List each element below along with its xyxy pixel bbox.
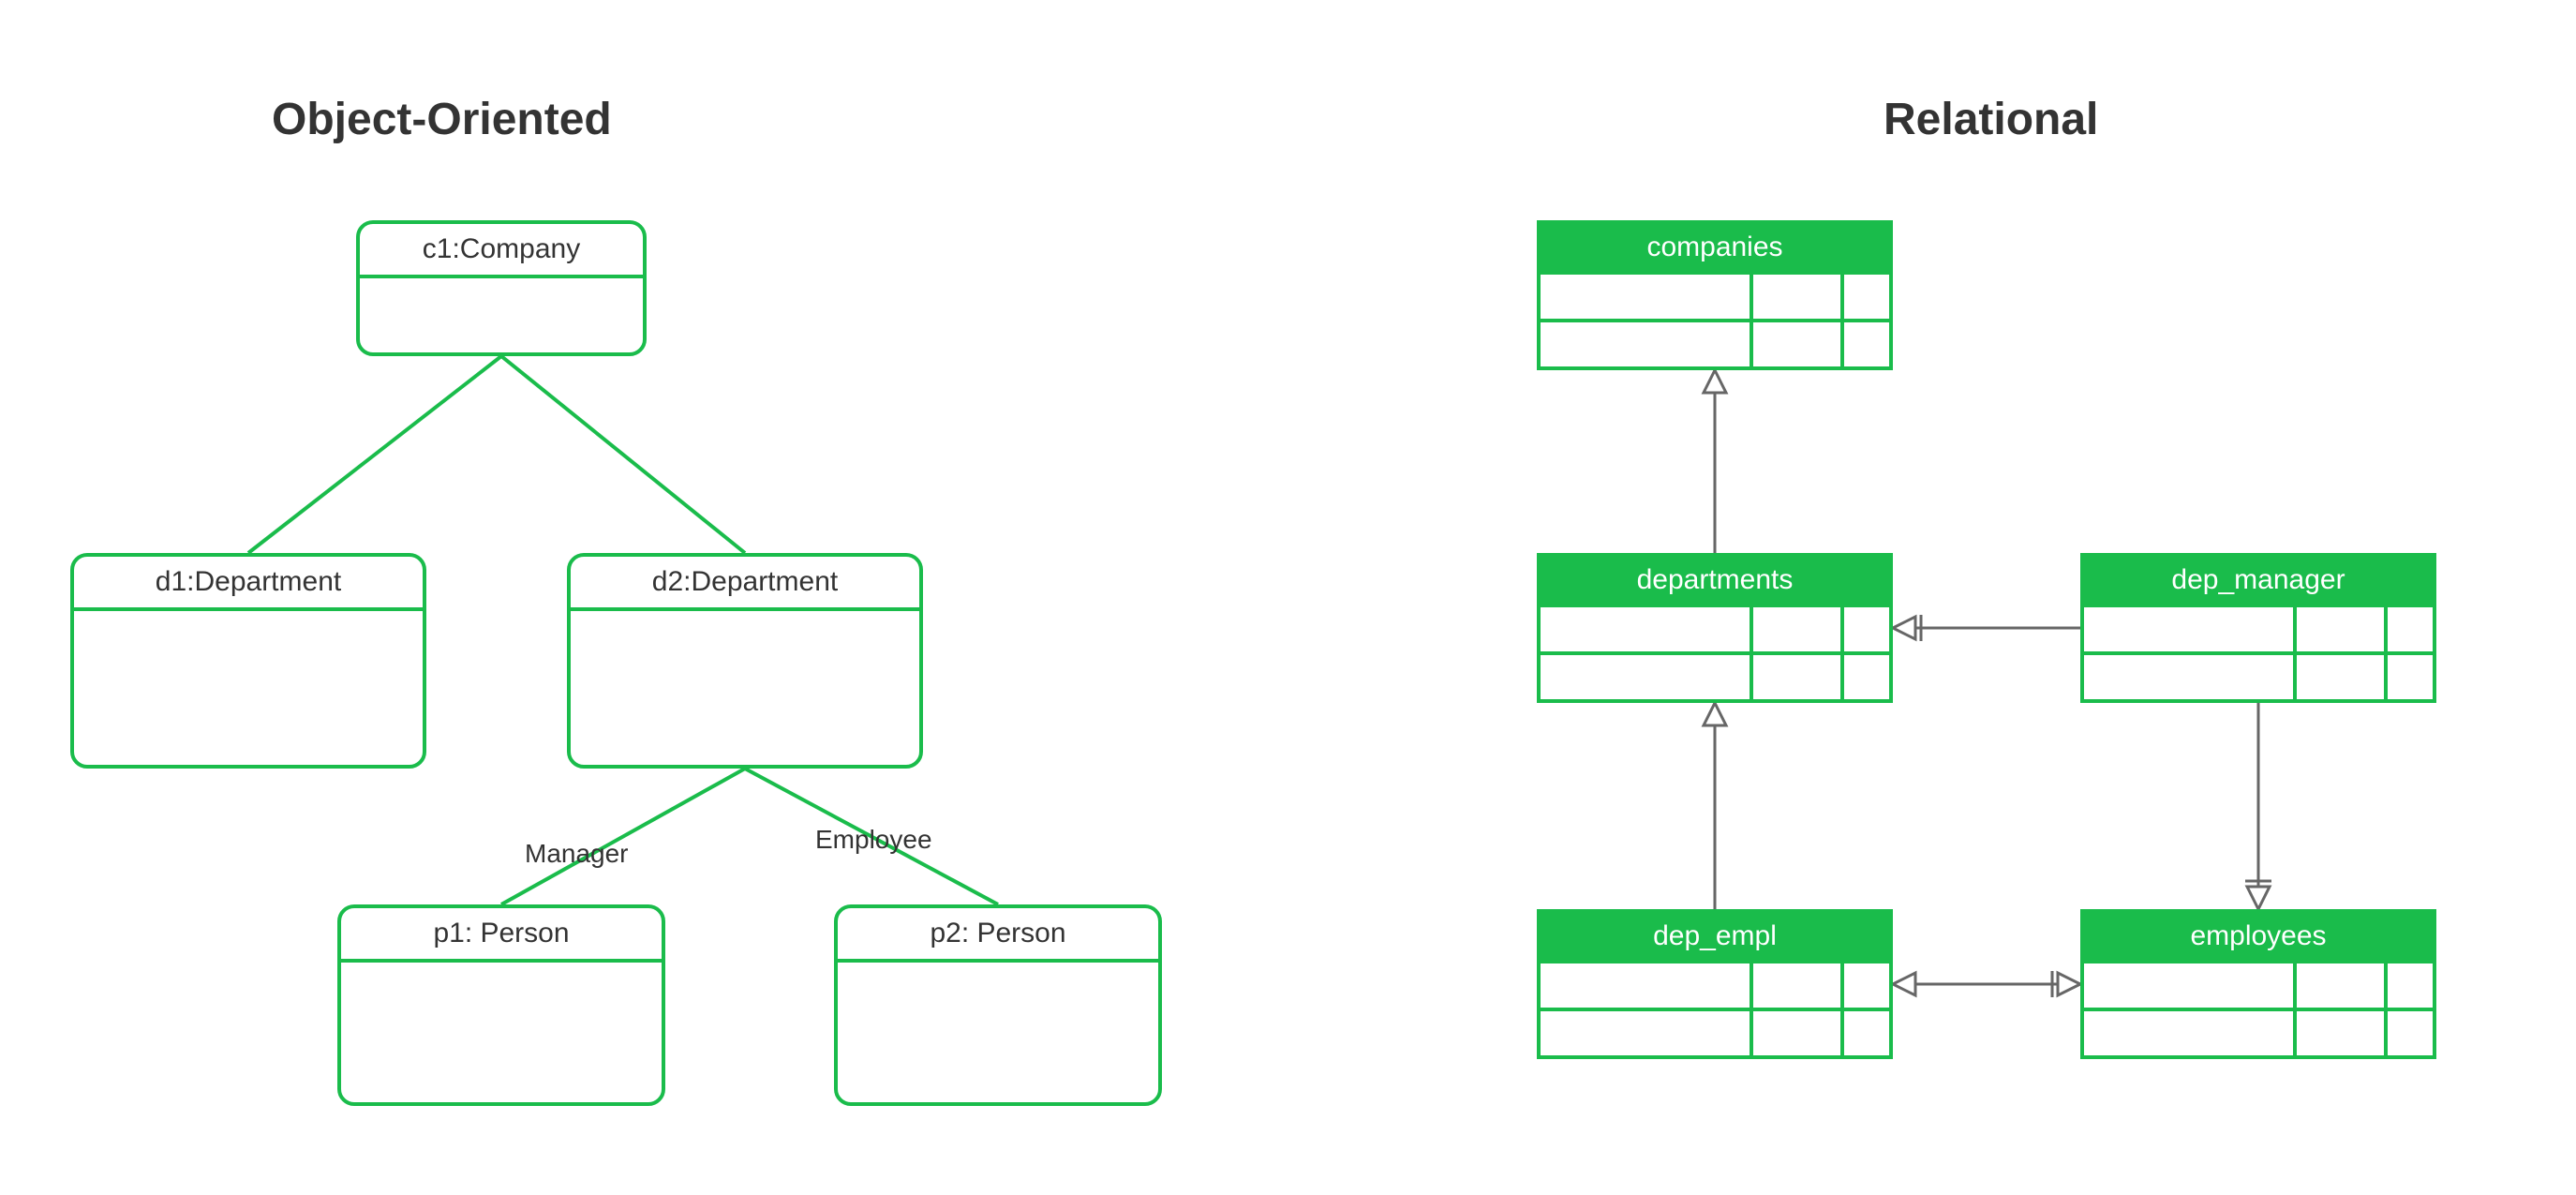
table-cell bbox=[1750, 275, 1840, 319]
table-row bbox=[2084, 607, 2433, 651]
table-cell bbox=[2384, 963, 2440, 1008]
table-cell bbox=[2293, 963, 2384, 1008]
edge-label: Manager bbox=[525, 839, 629, 869]
table-row bbox=[1541, 1008, 1889, 1055]
table-cell bbox=[1840, 1011, 1897, 1055]
oo-node-label: p1: Person bbox=[341, 908, 662, 963]
table-cell bbox=[2384, 655, 2440, 699]
table-cell bbox=[2293, 655, 2384, 699]
title-relational: Relational bbox=[1884, 94, 2098, 145]
table-row bbox=[1541, 651, 1889, 699]
oo-node-label: p2: Person bbox=[838, 908, 1158, 963]
table-cell bbox=[1541, 1011, 1750, 1055]
oo-node-label: d1:Department bbox=[74, 557, 423, 611]
table-row bbox=[2084, 1008, 2433, 1055]
oo-node-person1: p1: Person bbox=[337, 904, 665, 1106]
oo-node-dept1: d1:Department bbox=[70, 553, 426, 769]
rel-table-header: dep_empl bbox=[1541, 913, 1889, 963]
edge-label: Employee bbox=[815, 825, 932, 855]
table-cell bbox=[1541, 963, 1750, 1008]
table-cell bbox=[1541, 322, 1750, 366]
rel-table-dep_manager: dep_manager bbox=[2080, 553, 2436, 703]
table-cell bbox=[1541, 607, 1750, 651]
table-cell bbox=[1541, 655, 1750, 699]
table-cell bbox=[1840, 322, 1897, 366]
table-cell bbox=[1750, 963, 1840, 1008]
table-row bbox=[1541, 275, 1889, 319]
table-cell bbox=[1750, 607, 1840, 651]
rel-table-header: departments bbox=[1541, 557, 1889, 607]
table-row bbox=[2084, 651, 2433, 699]
rel-table-employees: employees bbox=[2080, 909, 2436, 1059]
table-cell bbox=[1750, 1011, 1840, 1055]
table-cell bbox=[2293, 607, 2384, 651]
table-cell bbox=[1750, 655, 1840, 699]
table-cell bbox=[2084, 1011, 2293, 1055]
title-object-oriented: Object-Oriented bbox=[272, 94, 612, 145]
table-row bbox=[1541, 963, 1889, 1008]
table-cell bbox=[2384, 1011, 2440, 1055]
rel-table-header: companies bbox=[1541, 224, 1889, 275]
table-row bbox=[2084, 963, 2433, 1008]
rel-table-departments: departments bbox=[1537, 553, 1893, 703]
table-row bbox=[1541, 319, 1889, 366]
table-cell bbox=[2084, 655, 2293, 699]
rel-table-header: employees bbox=[2084, 913, 2433, 963]
oo-node-dept2: d2:Department bbox=[567, 553, 923, 769]
table-cell bbox=[1840, 607, 1897, 651]
oo-node-company: c1:Company bbox=[356, 220, 647, 356]
oo-node-label: d2:Department bbox=[571, 557, 919, 611]
oo-node-person2: p2: Person bbox=[834, 904, 1162, 1106]
table-cell bbox=[2084, 607, 2293, 651]
table-cell bbox=[1840, 963, 1897, 1008]
rel-table-dep_empl: dep_empl bbox=[1537, 909, 1893, 1059]
diagram-canvas: Object-Oriented Relational c1:Company d1:… bbox=[0, 0, 2576, 1195]
oo-node-label: c1:Company bbox=[360, 224, 643, 278]
table-cell bbox=[1750, 322, 1840, 366]
rel-table-companies: companies bbox=[1537, 220, 1893, 370]
table-cell bbox=[1840, 275, 1897, 319]
table-cell bbox=[1840, 655, 1897, 699]
table-row bbox=[1541, 607, 1889, 651]
rel-table-header: dep_manager bbox=[2084, 557, 2433, 607]
table-cell bbox=[2084, 963, 2293, 1008]
table-cell bbox=[2293, 1011, 2384, 1055]
table-cell bbox=[2384, 607, 2440, 651]
table-cell bbox=[1541, 275, 1750, 319]
